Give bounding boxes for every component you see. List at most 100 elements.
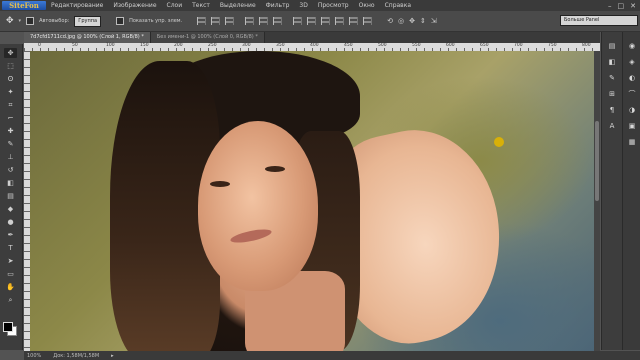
eraser-icon[interactable]: ◧	[4, 178, 17, 188]
type-icon[interactable]: T	[4, 243, 17, 253]
align-top-icon[interactable]	[197, 17, 207, 25]
status-menu-icon[interactable]: ▸	[111, 353, 114, 359]
photo-face	[198, 121, 318, 291]
clone-source-icon[interactable]: ⊞	[607, 90, 617, 99]
ruler-tick-label: 800	[582, 43, 591, 48]
zoom-icon[interactable]: ⌕	[4, 295, 17, 305]
color-panel-icon[interactable]: ◉	[627, 42, 637, 51]
photo-eye-left	[210, 181, 230, 187]
distribute-bottom-icon[interactable]	[321, 17, 331, 25]
distribute-right-icon[interactable]	[363, 17, 373, 25]
vertical-scrollbar[interactable]	[594, 51, 600, 351]
chevron-down-icon[interactable]: ▾	[19, 18, 22, 24]
history-panel-icon[interactable]: ▤	[607, 42, 617, 51]
align-right-icon[interactable]	[273, 17, 283, 25]
menu-layers[interactable]: Слои	[162, 2, 188, 9]
align-middle-icon[interactable]	[211, 17, 221, 25]
gradient-icon[interactable]: ▤	[4, 191, 17, 201]
hand-icon[interactable]: ✋	[4, 282, 17, 292]
menu-filter[interactable]: Фильтр	[261, 2, 295, 9]
menu-3d[interactable]: 3D	[294, 2, 312, 9]
tab-document-untitled[interactable]: Без имени-1 @ 100% (Слой 0, RGB/8) *	[150, 32, 265, 43]
ruler-tick-label: 600	[446, 43, 455, 48]
styles-panel-icon[interactable]: ▣	[627, 122, 637, 131]
crop-icon[interactable]: ⌗	[4, 100, 17, 110]
show-transform-checkbox[interactable]	[116, 17, 125, 25]
brush-panel-icon[interactable]: ✎	[607, 74, 617, 83]
stamp-icon[interactable]: ⊥	[4, 152, 17, 162]
align-bottom-icon[interactable]	[225, 17, 235, 25]
ruler-tick-label: 250	[208, 43, 217, 48]
menu-text[interactable]: Текст	[187, 2, 215, 9]
pen-icon[interactable]: ✒	[4, 230, 17, 240]
panel-dock-collapsed: ▤ ◧ ✎ ⊞ ¶ A	[601, 32, 622, 350]
path-select-icon[interactable]: ➤	[4, 256, 17, 266]
cursor-highlight	[494, 137, 504, 147]
document-tabs: 7d7cfd1711cd.jpg @ 100% (Слой 1, RGB/8) …	[24, 32, 600, 43]
3d-pan-icon[interactable]: ✥	[409, 17, 415, 25]
move-tool-preset-icon[interactable]: ✥	[6, 16, 14, 26]
ruler-tick-label: 400	[310, 43, 319, 48]
scrollbar-thumb[interactable]	[595, 121, 599, 201]
swatches-panel-icon[interactable]: ▦	[627, 138, 637, 147]
options-bar: ✥ ▾ Автовыбор: Группа Показать упр. элем…	[0, 11, 640, 32]
auto-select-label: Автовыбор:	[39, 18, 70, 24]
close-icon[interactable]: ✕	[630, 2, 636, 10]
channels-panel-icon[interactable]: ◐	[627, 74, 637, 83]
align-center-icon[interactable]	[259, 17, 269, 25]
menu-help[interactable]: Справка	[380, 2, 416, 9]
tab-document-active[interactable]: 7d7cfd1711cd.jpg @ 100% (Слой 1, RGB/8) …	[24, 32, 151, 43]
3d-scale-icon[interactable]: ⇲	[431, 17, 437, 25]
3d-orbit-icon[interactable]: ⟲	[387, 17, 393, 25]
eyedropper-icon[interactable]: ⌐	[4, 113, 17, 123]
adjustments-panel-icon[interactable]: ◑	[627, 106, 637, 115]
properties-panel-icon[interactable]: ◧	[607, 58, 617, 67]
marquee-icon[interactable]: ⬚	[4, 61, 17, 71]
workspace-dropdown[interactable]: Больше Panel	[560, 15, 638, 26]
ruler-tick-label: 50	[72, 43, 78, 48]
ruler-tick-label: 100	[106, 43, 115, 48]
distribute-top-icon[interactable]	[293, 17, 303, 25]
ruler-tick-label: 500	[378, 43, 387, 48]
menu-view[interactable]: Просмотр	[313, 2, 354, 9]
distribute-center-icon[interactable]	[349, 17, 359, 25]
distribute-left-icon[interactable]	[335, 17, 345, 25]
paths-panel-icon[interactable]: ⌒	[627, 90, 637, 99]
zoom-level[interactable]: 100%	[27, 353, 41, 359]
foreground-color-swatch[interactable]	[3, 322, 13, 332]
3d-slide-icon[interactable]: ⇕	[420, 17, 426, 25]
toolbox: ✥ ⬚ ʘ ✦ ⌗ ⌐ ✚ ✎ ⊥ ↺ ◧ ▤ ◆ ● ✒ T ➤ ▭ ✋ ⌕	[0, 44, 23, 350]
healing-icon[interactable]: ✚	[4, 126, 17, 136]
move-icon[interactable]: ✥	[4, 48, 17, 58]
menu-bar: SiteFon Редактирование Изображение Слои …	[0, 0, 640, 11]
menu-edit[interactable]: Редактирование	[46, 2, 108, 9]
dodge-icon[interactable]: ●	[4, 217, 17, 227]
auto-select-checkbox[interactable]	[26, 17, 35, 25]
ruler-tick-label: 300	[242, 43, 251, 48]
character-panel-icon[interactable]: A	[607, 122, 617, 131]
ruler-tick-label: 700	[514, 43, 523, 48]
lasso-icon[interactable]: ʘ	[4, 74, 17, 84]
menu-image[interactable]: Изображение	[108, 2, 161, 9]
magic-wand-icon[interactable]: ✦	[4, 87, 17, 97]
maximize-icon[interactable]: □	[618, 2, 625, 10]
align-left-icon[interactable]	[245, 17, 255, 25]
history-brush-icon[interactable]: ↺	[4, 165, 17, 175]
ruler-tick-label: 750	[548, 43, 557, 48]
paragraph-panel-icon[interactable]: ¶	[607, 106, 617, 115]
blur-icon[interactable]: ◆	[4, 204, 17, 214]
menu-window[interactable]: Окно	[354, 2, 380, 9]
brush-icon[interactable]: ✎	[4, 139, 17, 149]
menu-select[interactable]: Выделение	[215, 2, 261, 9]
3d-roll-icon[interactable]: ◎	[398, 17, 404, 25]
ruler-tick-label: 550	[412, 43, 421, 48]
shape-icon[interactable]: ▭	[4, 269, 17, 279]
photo-eye-right	[265, 166, 285, 172]
layers-panel-icon[interactable]: ◈	[627, 58, 637, 67]
show-transform-label: Показать упр. элем.	[129, 18, 183, 24]
distribute-middle-icon[interactable]	[307, 17, 317, 25]
document-canvas[interactable]	[30, 51, 594, 351]
auto-select-dropdown[interactable]: Группа	[74, 15, 102, 27]
app-logo[interactable]: SiteFon	[2, 1, 46, 10]
minimize-icon[interactable]: –	[608, 2, 612, 10]
